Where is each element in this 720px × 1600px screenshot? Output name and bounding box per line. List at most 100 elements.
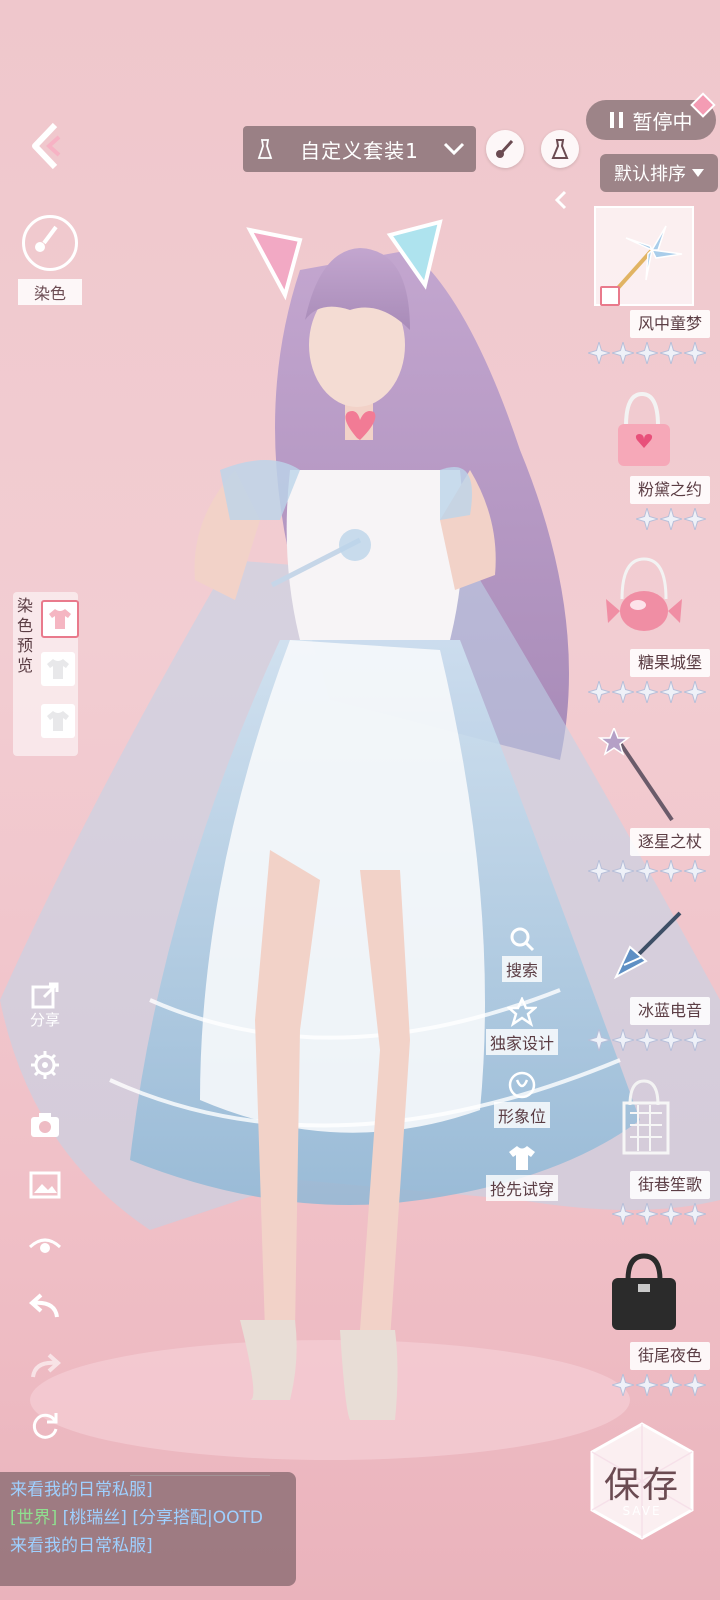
item-thumbnail	[594, 206, 694, 306]
item-card-1[interactable]: 风中童梦	[580, 206, 710, 364]
star-icon	[684, 1029, 706, 1051]
candy-bag-icon	[606, 557, 682, 631]
back-button[interactable]	[22, 118, 72, 174]
star-rating	[612, 1374, 706, 1396]
gear-icon	[31, 1051, 59, 1079]
star-icon	[684, 342, 706, 364]
dye-button[interactable]: 染色	[18, 215, 82, 305]
collapse-list-button[interactable]	[553, 190, 573, 210]
item-thumbnail	[594, 390, 694, 490]
dress-icon	[551, 139, 569, 159]
exclusive-design-button[interactable]: 独家设计	[480, 995, 564, 1055]
shirt-icon	[47, 659, 69, 679]
reset-button[interactable]	[18, 1395, 72, 1455]
brush-button[interactable]	[486, 130, 524, 168]
shirt-icon	[47, 711, 69, 731]
side-toolbar: 分享	[18, 975, 72, 1455]
pink-handbag-icon	[618, 391, 670, 466]
star-icon	[684, 860, 706, 882]
search-label: 搜索	[501, 956, 542, 982]
undo-button[interactable]	[18, 1275, 72, 1335]
search-icon	[505, 922, 539, 956]
save-button[interactable]: 保存 SAVE	[588, 1422, 696, 1540]
star-icon	[636, 1374, 658, 1396]
item-thumbnail	[594, 905, 694, 1005]
item-thumbnail	[594, 555, 694, 655]
dye-swatch-2[interactable]	[41, 652, 75, 686]
image-slot-button[interactable]: 形象位	[480, 1068, 564, 1128]
chat-line-3: 来看我的日常私服]	[10, 1536, 153, 1556]
pause-button[interactable]: 暂停中	[586, 92, 716, 140]
item-name: 逐星之杖	[629, 828, 710, 856]
star-icon	[588, 342, 610, 364]
hide-ui-button[interactable]	[18, 1215, 72, 1275]
electric-guitar-icon	[613, 911, 682, 980]
item-thumbnail	[594, 725, 694, 828]
item-card-2[interactable]: 粉黛之约	[580, 390, 710, 540]
outfit-selector[interactable]: 自定义套装1	[243, 126, 476, 172]
star-icon	[588, 681, 610, 703]
chat-message[interactable]: [分享搭配|OOTD	[132, 1508, 263, 1528]
star-icon	[660, 1203, 682, 1225]
lattice-bag-icon	[622, 1079, 670, 1155]
item-card-7[interactable]: 街尾夜色	[580, 1250, 710, 1400]
star-icon	[588, 860, 610, 882]
image-icon	[29, 1171, 61, 1199]
star-icon	[660, 860, 682, 882]
star-icon	[660, 342, 682, 364]
star-rating	[588, 1029, 706, 1051]
eye-icon	[28, 1238, 62, 1253]
chat-line-1: 来看我的日常私服]	[10, 1480, 153, 1500]
star-icon	[636, 342, 658, 364]
search-button[interactable]: 搜索	[480, 922, 564, 982]
preview-try-button[interactable]: 抢先试穿	[480, 1141, 564, 1201]
star-outline-icon	[505, 995, 539, 1029]
share-icon	[31, 982, 59, 1008]
redo-icon	[31, 1353, 61, 1378]
star-icon	[636, 1029, 658, 1051]
star-rating	[588, 860, 706, 882]
star-icon	[684, 1203, 706, 1225]
dye-label: 染色	[18, 279, 82, 305]
star-icon	[660, 681, 682, 703]
item-thumbnail	[594, 1075, 694, 1175]
star-rating	[612, 1203, 706, 1225]
dye-swatch-3[interactable]	[41, 704, 75, 738]
star-icon	[636, 681, 658, 703]
star-icon	[612, 681, 634, 703]
star-icon	[660, 1374, 682, 1396]
star-icon	[684, 681, 706, 703]
share-button[interactable]: 分享	[18, 975, 72, 1035]
star-icon	[660, 508, 682, 530]
item-name: 糖果城堡	[629, 649, 710, 677]
gallery-button[interactable]	[18, 1155, 72, 1215]
item-thumbnail	[594, 1250, 694, 1350]
camera-button[interactable]	[18, 1095, 72, 1155]
item-card-5[interactable]: 冰蓝电音	[580, 905, 710, 1055]
sort-dropdown[interactable]: 默认排序	[600, 154, 718, 192]
preview-try-label: 抢先试穿	[485, 1175, 558, 1201]
pause-label: 暂停中	[632, 109, 693, 134]
save-sublabel: SAVE	[622, 1504, 662, 1518]
dye-swatch-1[interactable]	[41, 600, 79, 638]
star-icon	[612, 1029, 634, 1051]
settings-button[interactable]	[18, 1035, 72, 1095]
chat-user[interactable]: [桃瑞丝]	[63, 1508, 127, 1528]
redo-button[interactable]	[18, 1335, 72, 1395]
item-name: 街巷笙歌	[629, 1171, 710, 1199]
star-icon	[684, 508, 706, 530]
back-arrow-icon	[32, 122, 61, 170]
share-label: 分享	[29, 1010, 60, 1029]
star-icon	[636, 508, 658, 530]
chat-box[interactable]: 来看我的日常私服] [世界] [桃瑞丝] [分享搭配|OOTD 来看我的日常私服…	[0, 1472, 296, 1586]
item-card-6[interactable]: 街巷笙歌	[580, 1075, 710, 1225]
star-icon	[612, 1203, 634, 1225]
item-card-4[interactable]: 逐星之杖	[580, 725, 710, 888]
black-handbag-icon	[612, 1253, 676, 1330]
star-icon	[612, 860, 634, 882]
item-card-3[interactable]: 糖果城堡	[580, 555, 710, 715]
palette-icon	[22, 215, 78, 271]
star-rating	[588, 342, 706, 364]
dressup-screen: 自定义套装1 暂停中 默认排序 染色 染色预览 分享 风中童梦 粉黛之约 糖果城…	[0, 0, 720, 1600]
outfit-detail-button[interactable]	[541, 130, 579, 168]
